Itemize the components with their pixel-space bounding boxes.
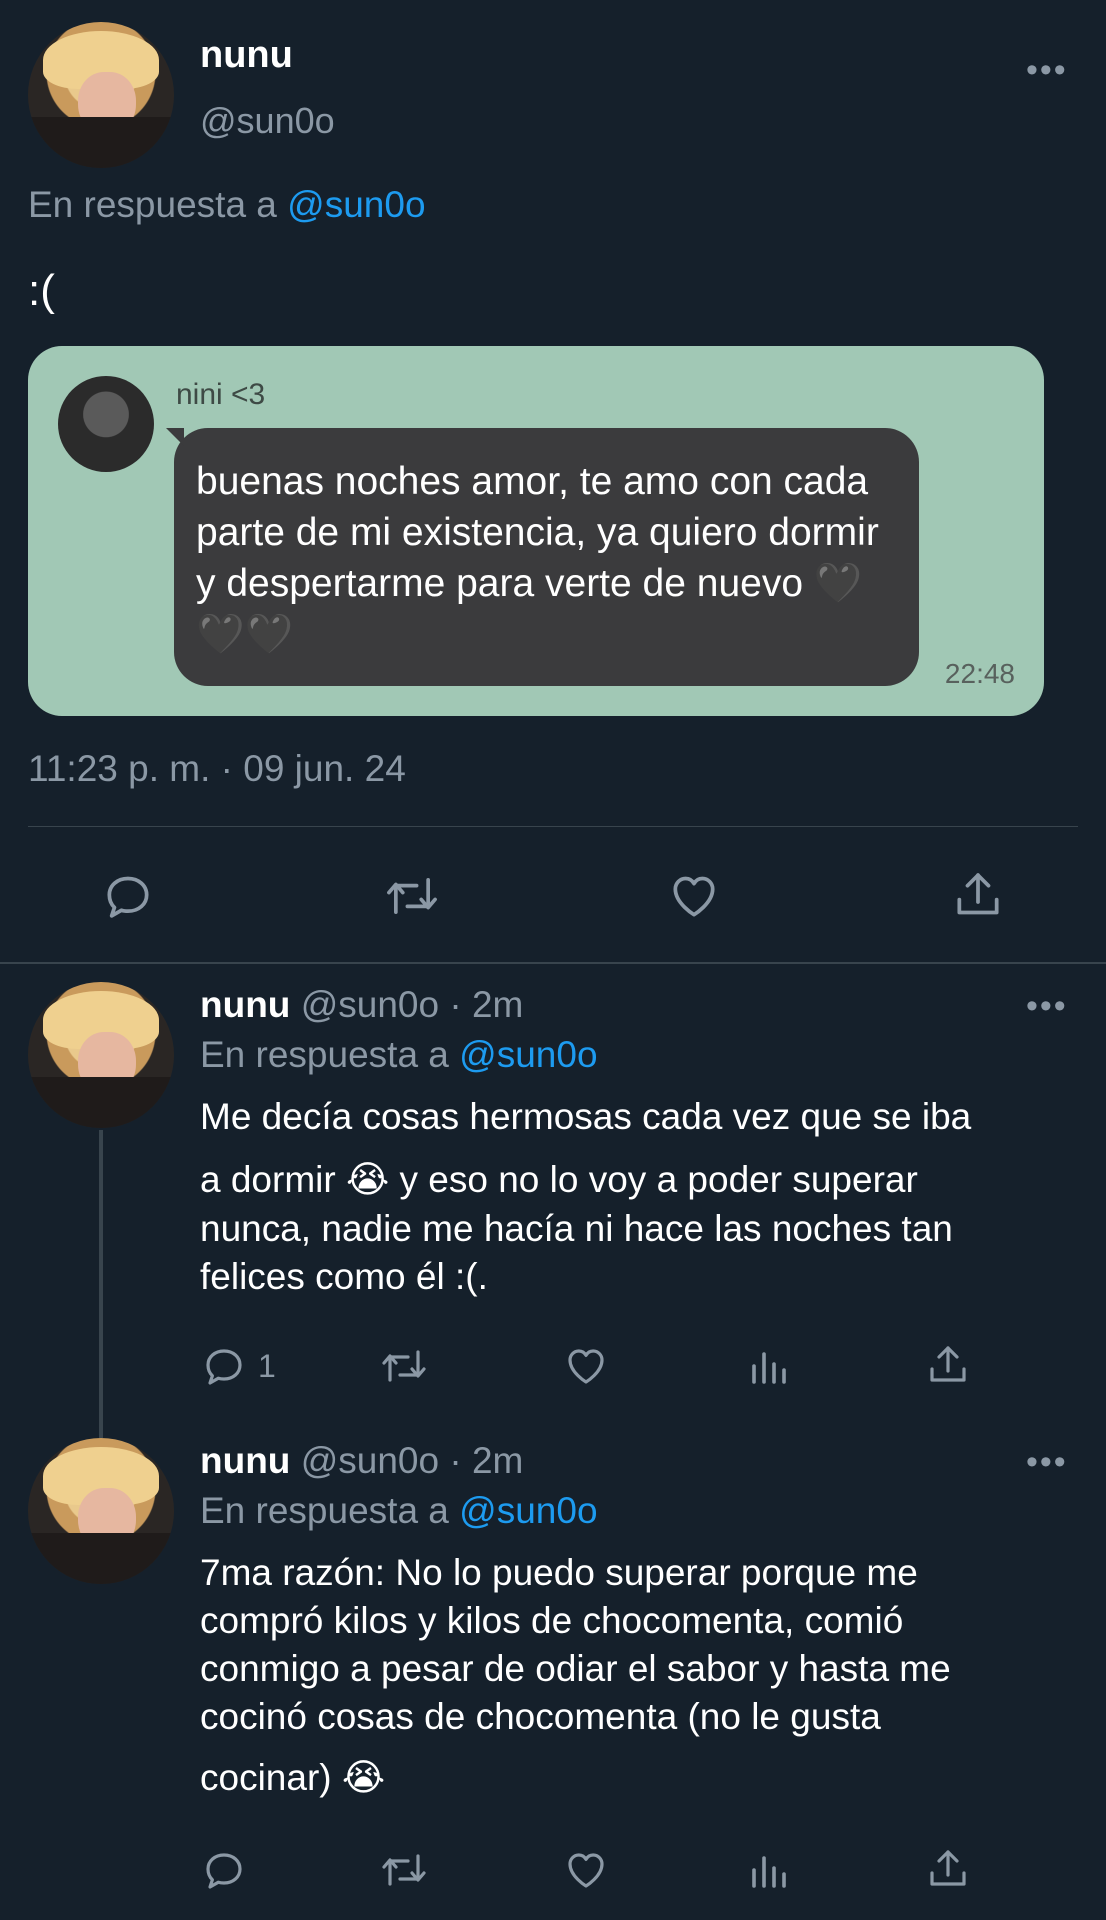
- retweet-icon[interactable]: [378, 1342, 430, 1390]
- text-line: a dormir 😭 y eso no lo voy a poder super…: [200, 1159, 918, 1200]
- share-icon[interactable]: [950, 866, 1006, 924]
- chat-message-text: buenas noches amor, te amo con cada part…: [196, 460, 879, 605]
- reply-icon[interactable]: [100, 868, 156, 924]
- main-tweet-text: :(: [28, 266, 55, 315]
- chat-bubble: buenas noches amor, te amo con cada part…: [174, 428, 1015, 689]
- chat-sender-avatar: [58, 376, 154, 472]
- retweet-icon[interactable]: [382, 868, 442, 924]
- reply-avatar[interactable]: [28, 1438, 174, 1584]
- reply-prefix: En respuesta a: [28, 184, 277, 225]
- reply-author-handle[interactable]: @sun0o: [301, 984, 439, 1025]
- reply-author-name[interactable]: nunu: [200, 984, 290, 1025]
- retweet-icon[interactable]: [378, 1846, 430, 1894]
- chat-time: 22:48: [944, 658, 1015, 689]
- chat-message: buenas noches amor, te amo con cada part…: [196, 456, 896, 660]
- reply-time[interactable]: · 2m: [449, 1440, 523, 1481]
- main-avatar[interactable]: [28, 22, 174, 168]
- text-line: 7ma razón: No lo puedo superar porque me: [200, 1552, 918, 1593]
- text-line: conmigo a pesar de odiar el sabor y hast…: [200, 1648, 951, 1689]
- views-icon[interactable]: [744, 1846, 792, 1894]
- reply-context: En respuesta a @sun0o: [200, 1034, 598, 1076]
- section-divider: [0, 962, 1106, 964]
- like-icon[interactable]: [666, 868, 722, 924]
- reply-prefix: En respuesta a: [200, 1034, 449, 1075]
- divider: [28, 826, 1078, 827]
- reply-author-handle[interactable]: @sun0o: [301, 1440, 439, 1481]
- chat-sender-name: nini <3: [176, 378, 266, 411]
- reply-action[interactable]: 1: [200, 1342, 276, 1390]
- reply-avatar[interactable]: [28, 982, 174, 1128]
- like-icon[interactable]: [562, 1846, 610, 1894]
- main-author-name[interactable]: nunu: [200, 34, 293, 77]
- text-line: Me decía cosas hermosas cada vez que se …: [200, 1096, 972, 1137]
- reply-header: nunu @sun0o · 2m: [200, 984, 523, 1026]
- chat-bubble-tail: [166, 428, 184, 446]
- text-line: nunca, nadie me hacía ni hace las noches…: [200, 1208, 953, 1249]
- reply-to-link[interactable]: @sun0o: [459, 1034, 597, 1075]
- share-icon[interactable]: [924, 1844, 972, 1894]
- reply-to-link[interactable]: @sun0o: [459, 1490, 597, 1531]
- like-icon[interactable]: [562, 1342, 610, 1390]
- reply-author-name[interactable]: nunu: [200, 1440, 290, 1481]
- reply-time[interactable]: · 2m: [449, 984, 523, 1025]
- more-icon[interactable]: •••: [1026, 1445, 1068, 1479]
- reply-prefix: En respuesta a: [200, 1490, 449, 1531]
- main-author-handle[interactable]: @sun0o: [200, 100, 335, 142]
- main-reply-context: En respuesta a @sun0o: [28, 184, 426, 226]
- main-timestamp[interactable]: 11:23 p. m. · 09 jun. 24: [28, 748, 406, 790]
- text-line: felices como él :(.: [200, 1256, 488, 1297]
- more-icon[interactable]: •••: [1026, 53, 1068, 87]
- text-line: compró kilos y kilos de chocomenta, comi…: [200, 1600, 904, 1641]
- reply-to-link[interactable]: @sun0o: [287, 184, 425, 225]
- reply-context: En respuesta a @sun0o: [200, 1490, 598, 1532]
- thread-line: [99, 1130, 103, 1438]
- reply-header: nunu @sun0o · 2m: [200, 1440, 523, 1482]
- reply-count: 1: [258, 1347, 276, 1384]
- text-line: cocinó cosas de chocomenta (no le gusta: [200, 1696, 881, 1737]
- text-line: cocinar) 😭: [200, 1757, 386, 1798]
- reply-icon[interactable]: [200, 1342, 248, 1390]
- chat-screenshot-image[interactable]: nini <3 buenas noches amor, te amo con c…: [28, 346, 1044, 716]
- reply-icon[interactable]: [200, 1846, 248, 1894]
- more-icon[interactable]: •••: [1026, 989, 1068, 1023]
- views-icon[interactable]: [744, 1342, 792, 1390]
- share-icon[interactable]: [924, 1340, 972, 1390]
